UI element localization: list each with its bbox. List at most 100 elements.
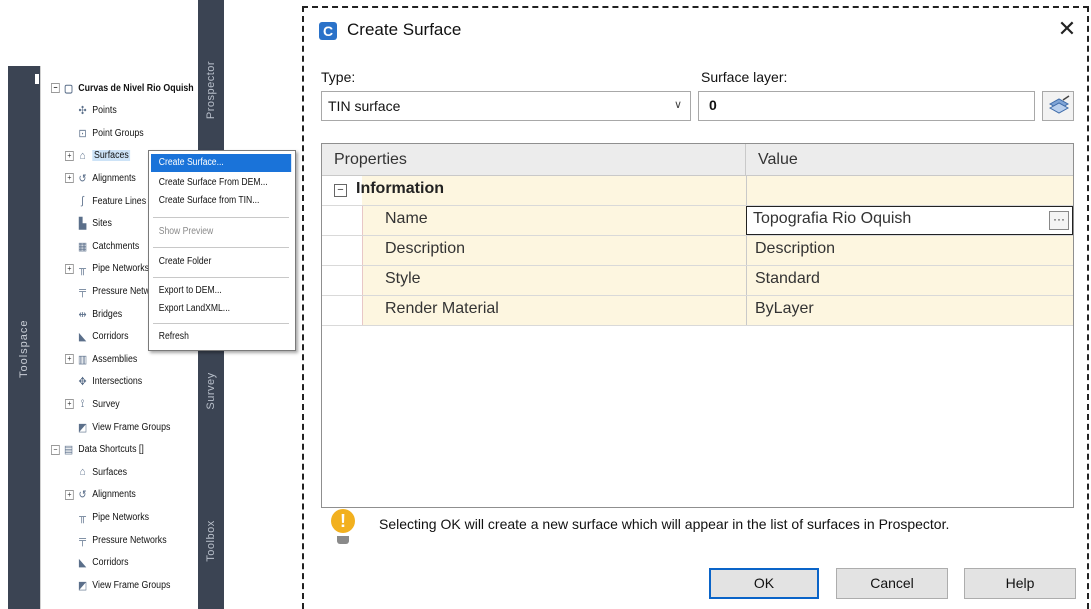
- warning-icon: !: [331, 509, 355, 533]
- tree-item-label: Sites: [92, 218, 112, 230]
- info-message: Selecting OK will create a new surface w…: [379, 516, 950, 532]
- toolspace-vertical-strip: Toolspace: [8, 66, 40, 609]
- property-name: Description: [385, 240, 466, 257]
- menu-refresh[interactable]: Refresh: [151, 328, 271, 346]
- surfaces-context-menu: Create Surface... Create Surface From DE…: [148, 150, 296, 351]
- tree-item[interactable]: + ⌂ Surfaces: [65, 146, 131, 166]
- tree-item[interactable]: − ▢ Curvas de Nivel Rio Oquish: [51, 78, 194, 98]
- tab-toolbox[interactable]: Toolbox: [205, 508, 217, 574]
- grid-gutter: [322, 296, 362, 325]
- chevron-down-icon: ∨: [673, 99, 682, 111]
- property-cell: Description: [362, 236, 746, 265]
- pipe-networks-icon: ╥: [79, 262, 87, 275]
- menu-separator: [153, 277, 289, 278]
- collapse-icon[interactable]: −: [334, 184, 347, 197]
- layers-icon: [1048, 95, 1070, 114]
- menu-export-landxml[interactable]: Export LandXML...: [151, 300, 271, 318]
- survey-icon: ⟟: [80, 397, 85, 410]
- column-header-value[interactable]: Value: [746, 144, 1073, 176]
- pin-icon[interactable]: [35, 74, 39, 84]
- tree-item[interactable]: ⇹ Bridges: [65, 304, 123, 324]
- menu-export-to-dem[interactable]: Export to DEM...: [151, 282, 271, 300]
- table-row[interactable]: Name Topografia Rio Oquish ···: [322, 206, 1073, 236]
- ok-button[interactable]: OK: [709, 568, 819, 599]
- close-icon[interactable]: ✕: [1053, 15, 1081, 43]
- property-name: Style: [385, 270, 421, 287]
- help-button[interactable]: Help: [964, 568, 1076, 599]
- tree-item[interactable]: + ↺ Alignments: [65, 168, 136, 188]
- property-name: Name: [385, 210, 428, 227]
- tree-item[interactable]: ◣ Corridors: [65, 327, 129, 347]
- property-cell: Name: [362, 206, 746, 235]
- tree-item-label: Bridges: [92, 308, 123, 320]
- surfaces-icon: ⌂: [79, 466, 86, 479]
- tree-item-label: Pipe Networks: [92, 263, 150, 275]
- tree-item-label: Pipe Networks: [92, 511, 150, 523]
- menu-create-folder[interactable]: Create Folder: [151, 253, 271, 271]
- tree-item[interactable]: ╥ Pipe Networks: [65, 507, 149, 527]
- expand-icon[interactable]: +: [65, 489, 74, 500]
- civil3d-app-icon: C: [319, 22, 337, 40]
- tree-item[interactable]: ∫ Feature Lines: [65, 191, 146, 211]
- tree-item[interactable]: ▙ Sites: [65, 214, 112, 234]
- expand-icon[interactable]: +: [65, 173, 74, 184]
- tab-prospector[interactable]: Prospector: [205, 57, 217, 123]
- tree-item[interactable]: ◩ View Frame Groups: [65, 417, 170, 437]
- menu-create-surface-from-tin[interactable]: Create Surface from TIN...: [151, 192, 271, 210]
- cancel-button[interactable]: Cancel: [836, 568, 948, 599]
- tree-item[interactable]: + ▥ Assemblies: [65, 349, 137, 369]
- expand-icon[interactable]: +: [65, 354, 74, 365]
- property-value: ByLayer: [755, 300, 814, 317]
- value-cell[interactable]: Description: [746, 236, 1073, 265]
- tab-survey[interactable]: Survey: [205, 358, 217, 424]
- tree-item-label: Curvas de Nivel Rio Oquish: [78, 82, 194, 94]
- tree-item[interactable]: + ↺ Alignments: [65, 485, 136, 505]
- surface-layer-field[interactable]: 0: [698, 91, 1035, 121]
- tree-item-label: Alignments: [92, 489, 136, 501]
- tree-item[interactable]: ◣ Corridors: [65, 553, 129, 573]
- grid-gutter: [322, 236, 362, 265]
- type-dropdown[interactable]: TIN surface ∨: [321, 91, 691, 121]
- point-groups-icon: ⊡: [78, 127, 87, 140]
- tree-item[interactable]: ⊡ Point Groups: [65, 123, 144, 143]
- tree-item-label: Pressure Networks: [92, 534, 167, 546]
- menu-create-surface-from-dem[interactable]: Create Surface From DEM...: [151, 174, 271, 192]
- expand-icon[interactable]: +: [65, 150, 74, 161]
- table-row[interactable]: Description Description: [322, 236, 1073, 266]
- tree-item[interactable]: ⌂ Surfaces: [65, 462, 127, 482]
- tree-item-label: View Frame Groups: [92, 421, 171, 433]
- tree-item[interactable]: ▦ Catchments: [65, 236, 139, 256]
- pipe-networks-icon: ╥: [79, 511, 87, 524]
- column-header-properties[interactable]: Properties: [322, 144, 746, 176]
- tree-item-label: Surfaces: [92, 150, 131, 162]
- tree-item[interactable]: ╤ Pressure Networks: [65, 530, 167, 550]
- tree-item-label: Assemblies: [92, 353, 138, 365]
- menu-create-surface[interactable]: Create Surface...: [151, 154, 292, 172]
- tree-item[interactable]: ✥ Intersections: [65, 372, 143, 392]
- tree-item[interactable]: ✣ Points: [65, 101, 117, 121]
- corridors-icon: ◣: [78, 557, 87, 570]
- tree-item[interactable]: ◩ View Frame Groups: [65, 575, 170, 595]
- collapse-icon[interactable]: −: [51, 83, 60, 93]
- tree-item[interactable]: + ⟟ Survey: [65, 394, 120, 414]
- tree-item-label: Surfaces: [92, 466, 128, 478]
- collapse-icon[interactable]: −: [51, 444, 60, 455]
- tree-item-label: Alignments: [92, 172, 136, 184]
- assemblies-icon: ▥: [78, 353, 88, 366]
- ellipsis-button[interactable]: ···: [1049, 211, 1069, 230]
- expand-icon[interactable]: +: [65, 399, 74, 410]
- table-row[interactable]: Style Standard: [322, 266, 1073, 296]
- table-row[interactable]: Render Material ByLayer: [322, 296, 1073, 326]
- tree-item[interactable]: + ╥ Pipe Networks: [65, 259, 149, 279]
- layer-picker-button[interactable]: [1042, 91, 1074, 121]
- pressure-networks-icon: ╤: [79, 534, 87, 546]
- value-cell[interactable]: Standard: [746, 266, 1073, 295]
- tree-item[interactable]: − ▤ Data Shortcuts []: [51, 440, 144, 460]
- name-value-field[interactable]: Topografia Rio Oquish ···: [746, 206, 1073, 235]
- tree-item-label: Points: [92, 105, 117, 117]
- menu-separator: [153, 323, 289, 324]
- expand-icon[interactable]: +: [65, 263, 74, 274]
- toolspace-label: Toolspace: [18, 319, 30, 378]
- value-cell[interactable]: ByLayer: [746, 296, 1073, 325]
- grid-gutter: [322, 266, 362, 295]
